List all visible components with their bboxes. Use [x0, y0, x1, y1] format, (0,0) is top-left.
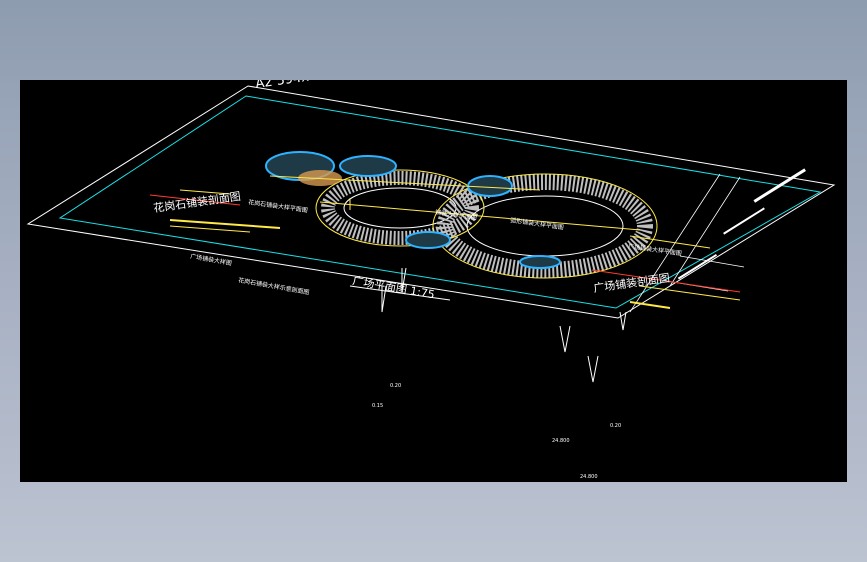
cad-viewport[interactable]: A2 594x420 1:75 广场平面图 1:75 花岗石铺装剖面图 广场铺装… — [20, 80, 847, 482]
small-label-3: 广场铺装大样图 — [190, 252, 233, 267]
plan-title: 广场平面图 1:75 — [351, 273, 435, 301]
section-title-right: 广场铺装剖面图 — [592, 270, 670, 295]
title-block-text — [677, 168, 806, 280]
sheet-outer-frame — [26, 85, 836, 319]
elevation-1: 0.20 — [390, 383, 401, 389]
elevation-5: 24.800 — [580, 474, 598, 480]
drawing-canvas: A2 594x420 1:75 广场平面图 1:75 花岗石铺装剖面图 广场铺装… — [26, 80, 836, 480]
small-label-5: 花岗石铺装大样示意剖面图 — [238, 276, 310, 296]
small-label-1: 花岗石铺装大样平面图 — [248, 198, 309, 214]
elevation-4: 0.20 — [610, 423, 621, 429]
elevation-3: 24.800 — [552, 438, 570, 444]
section-title-left: 花岗石铺装剖面图 — [152, 189, 241, 215]
elevation-2: 0.15 — [372, 403, 383, 409]
small-label-4: 弧形铺装大样平面图 — [510, 216, 565, 231]
plaza-plan — [265, 151, 711, 279]
